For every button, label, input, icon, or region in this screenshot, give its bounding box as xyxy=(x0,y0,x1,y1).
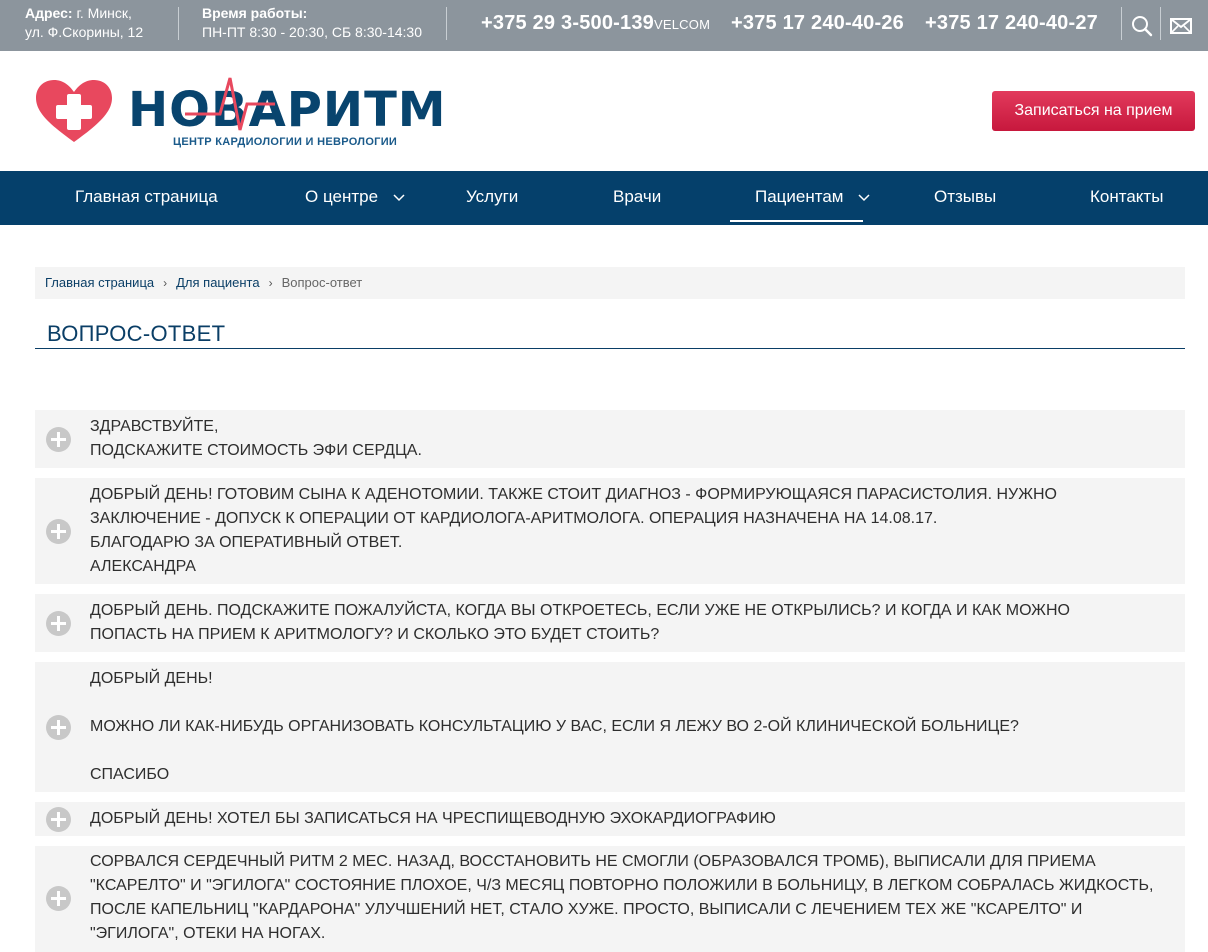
page-title: ВОПРОС-ОТВЕТ xyxy=(47,321,226,346)
breadcrumb-link-patients[interactable]: Для пациента xyxy=(176,275,259,290)
breadcrumb-chevron-icon: › xyxy=(163,276,168,290)
mail-button[interactable] xyxy=(1163,0,1199,51)
hours-block: Время работы: ПН-ПТ 8:30 - 20:30, СБ 8:3… xyxy=(202,4,422,42)
faq-question[interactable]: СОРВАЛСЯ СЕРДЕЧНЫЙ РИТМ 2 МЕС. НАЗАД, ВО… xyxy=(90,850,1185,946)
chevron-down-icon xyxy=(858,193,870,201)
nav-item-patients[interactable]: Пациентам xyxy=(755,171,870,225)
faq-question[interactable]: ЗДРАВСТВУЙТЕ, ПОДСКАЖИТЕ СТОИМОСТЬ ЭФИ С… xyxy=(90,415,422,463)
phone-2[interactable]: +375 17 240-40-26 xyxy=(731,12,904,35)
faq-item[interactable]: СОРВАЛСЯ СЕРДЕЧНЫЙ РИТМ 2 МЕС. НАЗАД, ВО… xyxy=(35,846,1185,952)
main-nav: Главная страница О центре Услуги Врачи П… xyxy=(0,171,1208,225)
hours-label: Время работы: xyxy=(202,5,308,21)
faq-question[interactable]: ДОБРЫЙ ДЕНЬ. ПОДСКАЖИТЕ ПОЖАЛУЙСТА, КОГД… xyxy=(90,599,1185,647)
title-underline xyxy=(35,348,1185,349)
address-line2: ул. Ф.Скорины, 12 xyxy=(25,24,144,40)
chevron-down-icon xyxy=(393,193,405,201)
expand-plus-icon[interactable] xyxy=(46,426,71,452)
divider xyxy=(1121,7,1122,40)
hours-value: ПН-ПТ 8:30 - 20:30, СБ 8:30-14:30 xyxy=(202,24,422,40)
nav-item-label[interactable]: Услуги xyxy=(466,187,518,206)
breadcrumb-link-home[interactable]: Главная страница xyxy=(45,275,154,290)
nav-item-contacts[interactable]: Контакты xyxy=(1090,171,1163,225)
expand-plus-icon[interactable] xyxy=(46,610,71,636)
nav-item-label[interactable]: Врачи xyxy=(613,187,661,206)
divider xyxy=(1160,7,1161,40)
breadcrumb-chevron-icon: › xyxy=(268,276,273,290)
expand-plus-icon[interactable] xyxy=(46,806,71,832)
nav-item-about[interactable]: О центре xyxy=(305,171,405,225)
phone-number[interactable]: +375 29 3-500-139 xyxy=(481,12,654,34)
logo-wordmark[interactable]: НОВАРИТМ xyxy=(128,82,447,138)
address-block: Адрес: г. Минск, ул. Ф.Скорины, 12 xyxy=(25,4,143,42)
divider xyxy=(178,7,179,40)
nav-item-home[interactable]: Главная страница xyxy=(75,171,218,225)
nav-item-label[interactable]: О центре xyxy=(305,187,378,206)
search-button[interactable] xyxy=(1124,0,1160,51)
nav-item-label[interactable]: Контакты xyxy=(1090,187,1163,206)
faq-item[interactable]: ДОБРЫЙ ДЕНЬ. ПОДСКАЖИТЕ ПОЖАЛУЙСТА, КОГД… xyxy=(35,594,1185,652)
nav-item-label[interactable]: Главная страница xyxy=(75,187,218,206)
nav-item-label[interactable]: Отзывы xyxy=(934,187,996,206)
expand-plus-icon[interactable] xyxy=(46,714,71,740)
mail-icon xyxy=(1170,17,1192,34)
faq-item[interactable]: ДОБРЫЙ ДЕНЬ! МОЖНО ЛИ КАК-НИБУДЬ ОРГАНИЗ… xyxy=(35,662,1185,792)
divider xyxy=(446,7,447,40)
phone-operator: VELCOM xyxy=(654,17,711,32)
faq-question[interactable]: ДОБРЫЙ ДЕНЬ! МОЖНО ЛИ КАК-НИБУДЬ ОРГАНИЗ… xyxy=(90,667,1019,787)
phone-velcom[interactable]: +375 29 3-500-139VELCOM xyxy=(481,12,710,35)
logo-subtitle: ЦЕНТР КАРДИОЛОГИИ И НЕВРОЛОГИИ xyxy=(173,136,398,148)
faq-item[interactable]: ЗДРАВСТВУЙТЕ, ПОДСКАЖИТЕ СТОИМОСТЬ ЭФИ С… xyxy=(35,410,1185,468)
faq-item[interactable]: ДОБРЫЙ ДЕНЬ! ГОТОВИМ СЫНА К АДЕНОТОМИИ. … xyxy=(35,478,1185,584)
nav-item-doctors[interactable]: Врачи xyxy=(613,171,661,225)
faq-item[interactable]: ДОБРЫЙ ДЕНЬ! ХОТЕЛ БЫ ЗАПИСАТЬСЯ НА ЧРЕС… xyxy=(35,802,1185,836)
nav-item-label[interactable]: Пациентам xyxy=(755,187,844,206)
search-icon xyxy=(1132,15,1153,36)
nav-item-services[interactable]: Услуги xyxy=(466,171,518,225)
phone-3[interactable]: +375 17 240-40-27 xyxy=(925,12,1098,35)
nav-item-reviews[interactable]: Отзывы xyxy=(934,171,996,225)
heart-cross-logo-icon[interactable] xyxy=(34,78,114,144)
nav-active-indicator xyxy=(730,220,863,222)
book-appointment-button[interactable]: Записаться на прием xyxy=(992,91,1195,131)
address-line1: г. Минск, xyxy=(76,5,132,21)
breadcrumb: Главная страница › Для пациента › Вопрос-отв… xyxy=(35,267,1185,299)
top-bar: Адрес: г. Минск, ул. Ф.Скорины, 12 Время… xyxy=(0,0,1208,51)
breadcrumb-current: Вопрос-ответ xyxy=(281,275,363,290)
expand-plus-icon[interactable] xyxy=(46,886,71,911)
pulse-line-icon xyxy=(185,77,275,131)
faq-question[interactable]: ДОБРЫЙ ДЕНЬ! ГОТОВИМ СЫНА К АДЕНОТОМИИ. … xyxy=(90,483,1185,579)
faq-question[interactable]: ДОБРЫЙ ДЕНЬ! ХОТЕЛ БЫ ЗАПИСАТЬСЯ НА ЧРЕС… xyxy=(90,807,776,831)
address-label: Адрес: xyxy=(25,5,73,21)
expand-plus-icon[interactable] xyxy=(46,518,71,544)
